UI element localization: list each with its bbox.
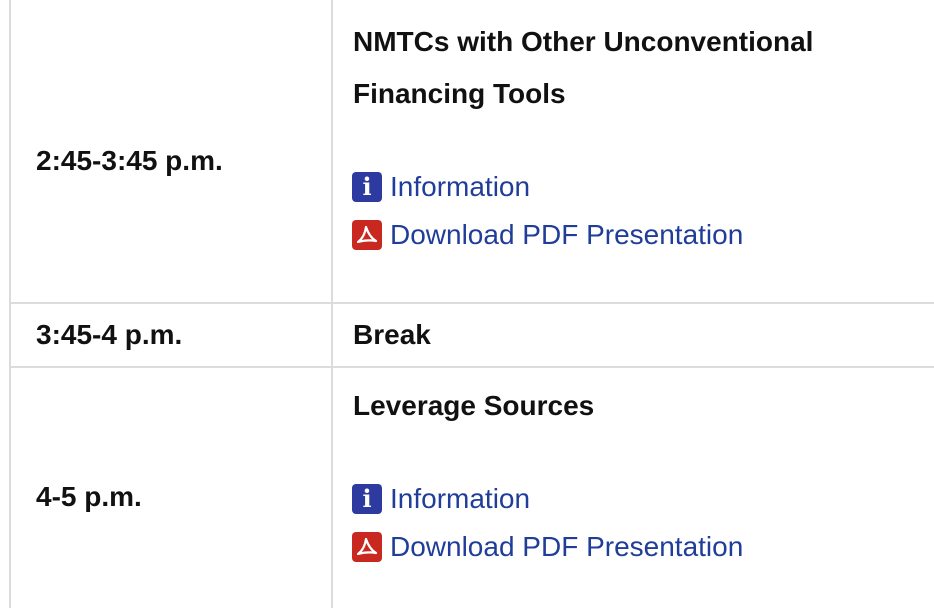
session-title-line-1: Break <box>353 319 431 350</box>
session-title-line-1: NMTCs with Other Unconventional <box>353 26 814 57</box>
pdf-icon <box>352 532 382 562</box>
information-link-label[interactable]: Information <box>390 482 530 516</box>
pdf-icon <box>352 220 382 250</box>
download-pdf-link-label[interactable]: Download PDF Presentation <box>390 218 743 252</box>
information-link-label[interactable]: Information <box>390 170 530 204</box>
information-link[interactable]: i Information <box>352 170 530 204</box>
session-time: 4-5 p.m. <box>36 481 142 512</box>
session-title-line-1: Leverage Sources <box>353 390 595 421</box>
session-time: 2:45-3:45 p.m. <box>36 145 223 176</box>
info-icon: i <box>352 484 382 514</box>
download-pdf-link[interactable]: Download PDF Presentation <box>352 530 743 564</box>
information-link[interactable]: i Information <box>352 482 530 516</box>
agenda-table: 2:45-3:45 p.m. NMTCs with Other Unconven… <box>9 0 934 608</box>
session-time: 3:45-4 p.m. <box>36 319 183 350</box>
session-title-line-2: Financing Tools <box>353 78 566 109</box>
table-row: 3:45-4 p.m. Break <box>11 304 934 368</box>
table-row: 4-5 p.m. Leverage Sources i Information … <box>11 368 934 608</box>
table-row: 2:45-3:45 p.m. NMTCs with Other Unconven… <box>11 0 934 304</box>
download-pdf-link-label[interactable]: Download PDF Presentation <box>390 530 743 564</box>
download-pdf-link[interactable]: Download PDF Presentation <box>352 218 743 252</box>
info-icon: i <box>352 172 382 202</box>
